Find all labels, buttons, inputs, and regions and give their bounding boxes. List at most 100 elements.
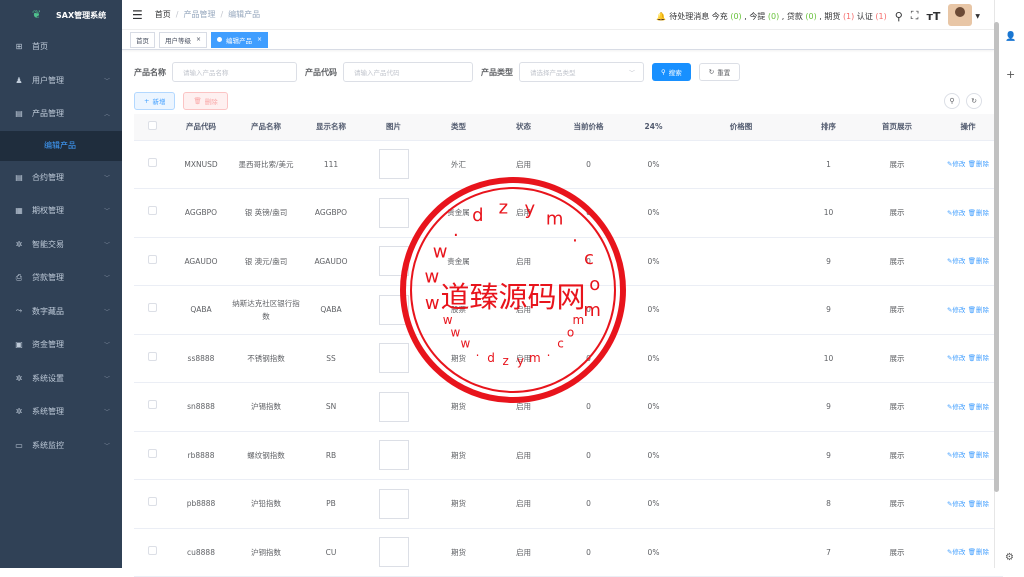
hamburger-icon[interactable]: ☰	[132, 8, 143, 22]
cell-pct: 0%	[621, 140, 686, 189]
edit-button[interactable]: ✎修改	[947, 354, 965, 362]
cell-type: 贵金属	[426, 188, 491, 238]
sidebar-item[interactable]: ▭ 系统监控 ﹀	[0, 429, 122, 463]
edit-button[interactable]: ✎修改	[947, 257, 965, 265]
cell-price: 0	[556, 140, 621, 189]
delete-button[interactable]: 🗑删除	[968, 451, 989, 459]
code-input[interactable]: 请输入产品代码	[343, 62, 473, 82]
delete-button[interactable]: 🗑删除	[968, 500, 989, 508]
app-logo[interactable]: ❦ SAX管理系统	[0, 0, 122, 30]
delete-label: 删除	[976, 548, 990, 557]
bell-icon[interactable]: 🔔	[656, 12, 666, 21]
edit-label: 修改	[952, 548, 966, 557]
delete-button[interactable]: 🗑删除	[968, 257, 989, 265]
sidebar-item[interactable]: ✲ 智能交易 ﹀	[0, 228, 122, 262]
close-icon[interactable]: ×	[196, 36, 201, 43]
select-all-checkbox[interactable]	[148, 121, 157, 131]
search-icon[interactable]: ⚲	[895, 10, 903, 23]
price-chart-cell	[686, 431, 796, 480]
main-area: ☰ 首页 / 产品管理 / 编辑产品 🔔 待处理消息 今充 (0) , 今提 (0) ,…	[122, 0, 1003, 577]
price-chart-cell	[686, 285, 796, 335]
trash-icon: 🗑	[967, 208, 977, 217]
row-checkbox[interactable]	[148, 254, 157, 264]
avatar[interactable]	[948, 4, 973, 26]
loan-label[interactable]: 贷款	[787, 11, 803, 22]
sidebar-item[interactable]: ▤ 合约管理 ﹀	[0, 161, 122, 195]
today-withdraw-label[interactable]: 今提	[749, 11, 765, 22]
cell-name: 沪铜指数	[231, 528, 301, 577]
sidebar: ❦ SAX管理系统 ⊞ 首页 ♟ 用户管理 ﹀ ▤ 产品管理 ︿ 编辑产品 ▤ 合约管理 ﹀ ▦ 期权管理…	[0, 0, 122, 568]
edit-button[interactable]: ✎修改	[947, 306, 965, 314]
name-input[interactable]: 请输入产品名称	[172, 62, 297, 82]
cell-code: QABA	[171, 285, 231, 335]
delete-button[interactable]: 🗑删除	[968, 160, 989, 168]
delete-button[interactable]: 🗑删除	[968, 403, 989, 411]
sidebar-subitem-edit-product[interactable]: 编辑产品	[0, 130, 122, 161]
row-checkbox[interactable]	[148, 497, 157, 507]
sidebar-item[interactable]: ⤳ 数字藏品 ﹀	[0, 295, 122, 329]
row-checkbox[interactable]	[148, 303, 157, 313]
gear-icon[interactable]: ⚙	[1005, 552, 1014, 563]
cell-type: 期货	[426, 528, 491, 577]
delete-button[interactable]: 🗑删除	[968, 548, 989, 556]
sidebar-item[interactable]: ▦ 期权管理 ﹀	[0, 194, 122, 228]
caret-down-icon[interactable]: ▼	[975, 13, 980, 20]
tag-home[interactable]: 首页	[130, 31, 155, 48]
cell-pct: 0%	[621, 479, 686, 529]
edit-button[interactable]: ✎修改	[947, 160, 965, 168]
price-chart-cell	[686, 140, 796, 189]
scrollbar[interactable]	[994, 22, 999, 492]
sidebar-item[interactable]: ♟ 用户管理 ﹀	[0, 64, 122, 98]
cell-pct: 0%	[621, 431, 686, 480]
delete-button[interactable]: 🗑删除	[968, 306, 989, 314]
reset-button[interactable]: ↻ 重置	[698, 63, 741, 81]
edit-button[interactable]: ✎修改	[947, 209, 965, 217]
font-size-icon[interactable]: тT	[926, 10, 940, 23]
delete-button[interactable]: 🗑删除	[183, 92, 228, 110]
cell-pct: 0%	[621, 382, 686, 432]
today-charge-label[interactable]: 今充	[712, 11, 728, 22]
row-checkbox[interactable]	[148, 157, 157, 167]
row-checkbox[interactable]	[148, 545, 157, 555]
user-plus-icon[interactable]: 👤	[1005, 32, 1016, 42]
breadcrumb-home[interactable]: 首页	[155, 10, 171, 19]
search-button[interactable]: ⚲ 搜索	[652, 63, 691, 81]
tag-edit-product[interactable]: 编辑产品 ×	[211, 31, 269, 48]
delete-button[interactable]: 🗑删除	[968, 354, 989, 362]
edit-label: 修改	[952, 257, 966, 266]
add-button[interactable]: + 新增	[134, 92, 176, 110]
sidebar-item[interactable]: ✲ 系统设置 ﹀	[0, 362, 122, 396]
edit-button[interactable]: ✎修改	[947, 451, 965, 459]
sidebar-item[interactable]: ▣ 资金管理 ﹀	[0, 328, 122, 362]
product-image	[378, 294, 409, 325]
row-checkbox[interactable]	[148, 400, 157, 410]
cell-type: 期货	[426, 431, 491, 480]
close-icon[interactable]: ×	[257, 36, 262, 43]
delete-button[interactable]: 🗑删除	[968, 209, 989, 217]
auth-label[interactable]: 认证	[857, 11, 873, 22]
row-checkbox[interactable]	[148, 206, 157, 216]
search-toggle-button[interactable]: ⚲	[944, 93, 960, 109]
type-select[interactable]: 请选择产品类型 ﹀	[519, 62, 644, 82]
edit-button[interactable]: ✎修改	[947, 403, 965, 411]
table-row: sn8888 沪锡指数 SN 期货 启用 0 0% 9 展示 ✎修改 🗑删除	[134, 382, 1003, 432]
refresh-button[interactable]: ↻	[966, 93, 982, 109]
sidebar-item[interactable]: ⎙ 贷款管理 ﹀	[0, 261, 122, 295]
sidebar-item[interactable]: ▤ 产品管理 ︿	[0, 97, 122, 131]
row-checkbox[interactable]	[148, 448, 157, 458]
edit-button[interactable]: ✎修改	[947, 548, 965, 556]
sidebar-item[interactable]: ⊞ 首页	[0, 30, 122, 64]
sidebar-item[interactable]: ✲ 系统管理 ﹀	[0, 395, 122, 429]
edit-button[interactable]: ✎修改	[947, 500, 965, 508]
row-checkbox[interactable]	[148, 351, 157, 361]
separator: ,	[819, 11, 822, 21]
fullscreen-icon[interactable]: ⛶	[911, 9, 919, 23]
tag-user-level[interactable]: 用户等级 ×	[159, 31, 208, 48]
plus-icon[interactable]: +	[1006, 68, 1015, 81]
cell-display: PB	[301, 479, 361, 529]
notice-label[interactable]: 待处理消息	[669, 11, 709, 22]
cell-name: 纳斯达克社区银行指数	[231, 285, 301, 335]
column-header: 首页展示	[861, 114, 933, 141]
table-row: cu8888 沪铜指数 CU 期货 启用 0 0% 7 展示 ✎修改 🗑删除	[134, 528, 1003, 577]
futures-label[interactable]: 期货	[824, 11, 840, 22]
